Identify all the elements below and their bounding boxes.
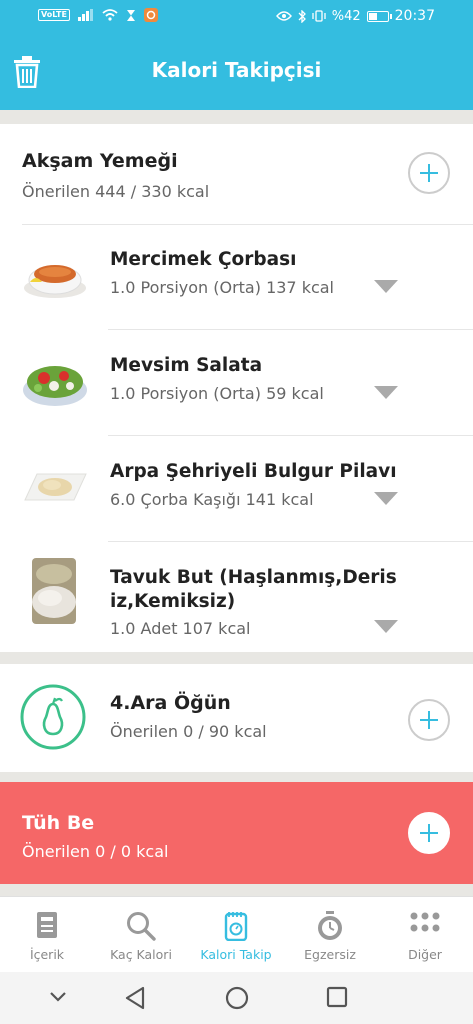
bluetooth-icon [298,9,306,23]
pear-icon [20,684,86,750]
seasonal-salad-image [23,366,87,406]
meal-calorie-summary: Önerilen 0 / 90 kcal [110,722,267,741]
battery-icon [366,10,392,22]
food-amount: 1.0 Porsiyon (Orta) 137 kcal [110,278,334,297]
nav-label: Diğer [408,947,442,962]
status-right-icons: %42 20:37 [275,8,435,24]
add-food-button[interactable] [408,699,450,741]
hourglass-icon [126,9,135,21]
search-icon [127,912,156,941]
bulgur-pilaf-image [24,473,87,501]
app-title: Kalori Takipçisi [151,58,322,82]
nav-item-kalori-takip[interactable]: Kalori Takip [189,897,283,973]
snack-section: 4.Ara Öğün Önerilen 0 / 90 kcal [0,664,473,772]
app-notification-icon [143,8,158,22]
nav-item-diger[interactable]: Diğer [378,897,472,973]
section-gap [0,884,473,896]
expand-caret-icon[interactable] [374,386,398,399]
wifi-icon [102,9,118,21]
more-dots-icon [410,912,440,932]
chicken-leg-image [32,558,76,624]
vibrate-icon [312,10,326,22]
battery-percent: %42 [331,8,361,24]
tuh-be-section: Tüh Be Önerilen 0 / 0 kcal [0,782,473,884]
add-food-button[interactable] [408,152,450,194]
back-icon[interactable] [124,986,146,1010]
food-name: Arpa Şehriyeli Bulgur Pilavı [110,461,397,482]
nav-item-icerik[interactable]: İçerik [0,897,94,973]
meal-title: Tüh Be [22,812,95,834]
meal-calorie-summary: Önerilen 0 / 0 kcal [22,842,169,861]
bottom-navigation: İçerik Kaç Kalori Kalori Takip Egzersiz [0,896,473,972]
home-icon[interactable] [225,986,249,1010]
meal-title: Akşam Yemeği [22,150,178,172]
document-icon [37,912,57,938]
scale-notebook-icon [224,912,248,941]
expand-caret-icon[interactable] [374,280,398,293]
stopwatch-icon [318,911,342,940]
food-amount: 1.0 Adet 107 kcal [110,619,251,638]
food-name: Tavuk But (Haşlanmış,Deris iz,Kemiksiz) [110,567,397,612]
section-gap [0,652,473,664]
system-navigation-bar [0,972,473,1024]
expand-caret-icon[interactable] [374,492,398,505]
add-food-button[interactable] [408,812,450,854]
chevron-down-icon[interactable] [48,990,68,1004]
app-bar: Kalori Takipçisi [0,34,473,110]
section-gap [0,110,473,124]
section-gap [0,772,473,782]
signal-icon [77,9,93,21]
status-bar: VoLTE %42 20:37 [0,0,473,34]
nav-item-egzersiz[interactable]: Egzersiz [283,897,377,973]
divider [108,435,473,436]
dinner-section: Akşam Yemeği Önerilen 444 / 330 kcal Mer… [0,124,473,652]
food-amount: 1.0 Porsiyon (Orta) 59 kcal [110,384,324,403]
meal-calorie-summary: Önerilen 444 / 330 kcal [22,182,210,201]
divider [108,541,473,542]
food-name: Mevsim Salata [110,355,263,376]
meal-title: 4.Ara Öğün [110,692,231,714]
expand-caret-icon[interactable] [374,620,398,633]
recents-icon[interactable] [326,986,348,1008]
divider [22,224,473,225]
lentil-soup-image [24,265,86,298]
volte-badge: VoLTE [38,9,70,21]
status-left-icons: VoLTE [38,8,158,22]
food-amount: 6.0 Çorba Kaşığı 141 kcal [110,490,314,509]
nav-label: Kaç Kalori [110,947,172,962]
food-name: Mercimek Çorbası [110,249,297,270]
nav-label: Egzersiz [304,947,356,962]
nav-item-kac-kalori[interactable]: Kaç Kalori [94,897,188,973]
clock: 20:37 [394,8,435,24]
divider [108,329,473,330]
nav-label: Kalori Takip [200,947,272,962]
eye-icon [275,11,292,21]
nav-label: İçerik [29,947,65,962]
